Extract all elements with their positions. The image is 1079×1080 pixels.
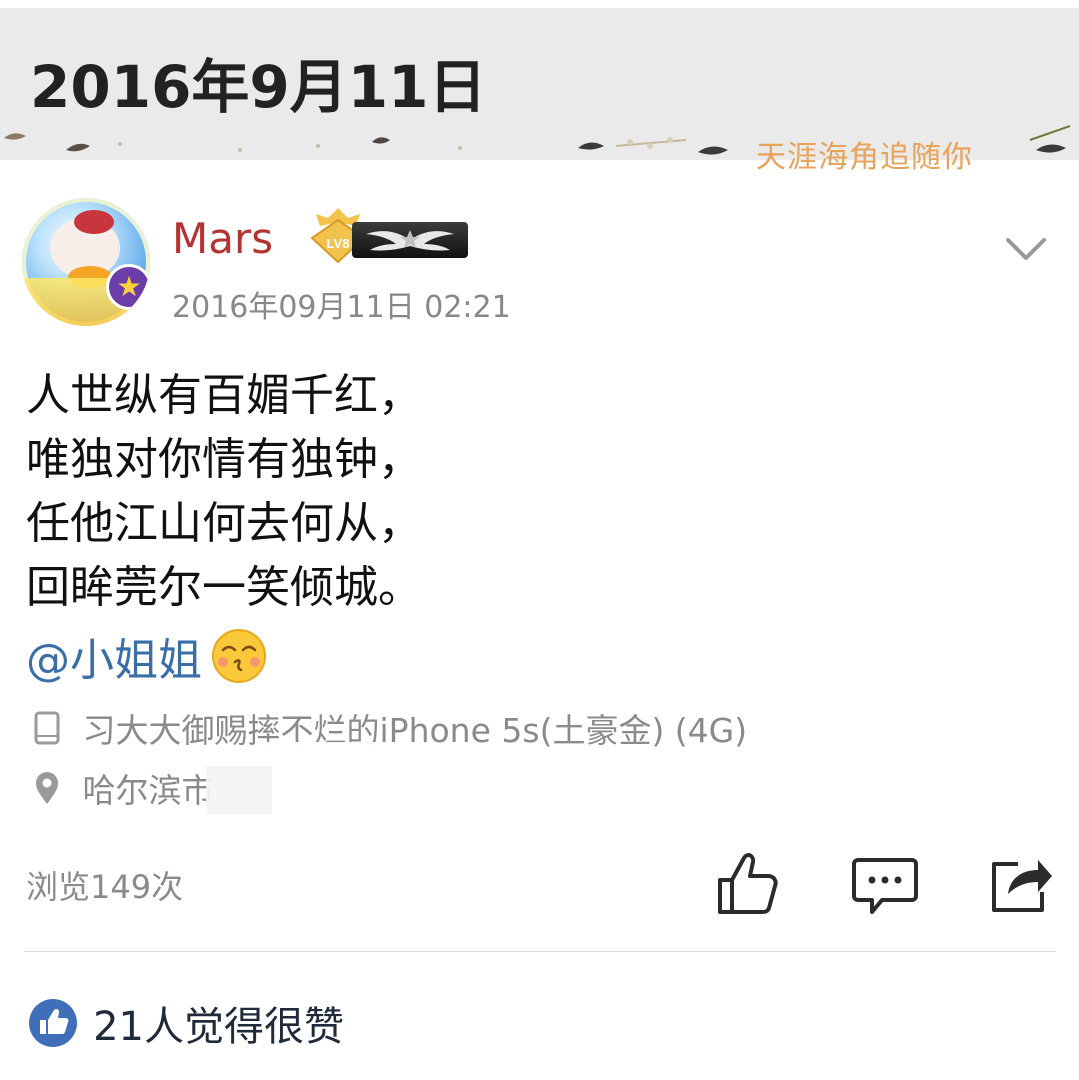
date-title: 2016年9月11日 [30,53,487,121]
location-redaction-mask [206,766,272,814]
thumbs-up-icon[interactable] [716,850,780,916]
location-pin-icon [36,772,58,804]
mention-row: @小姐姐 [26,624,267,688]
redaction-mask [262,742,412,750]
banner-slogan: 天涯海角追随你 [756,140,973,175]
wing-badge-icon [352,222,468,258]
device-row: 习大大御赐摔不烂的iPhone 5s(土豪金) (4G) [30,704,747,750]
star-icon: ★ [106,264,150,310]
like-badge-icon [29,999,77,1047]
post-line: 任他江山何去何从， [26,498,422,549]
location-text: 哈尔滨市 [82,771,215,810]
share-icon[interactable] [988,850,1052,916]
mention-link[interactable]: @小姐姐 [26,635,202,686]
chevron-down-icon[interactable] [1004,228,1048,268]
post-line: 人世纵有百媚千红， [26,370,422,421]
likes-summary-text: 21人觉得很赞 [93,1004,344,1050]
post-detail-page: 2016年9月11日 天涯海角追随你 ★ Mars LV8 2016年09月11… [0,0,1079,1080]
kissing-face-emoji-icon [212,629,267,683]
location-row[interactable]: 哈尔滨市 [30,764,215,810]
avatar-bow [74,210,114,234]
post-timestamp: 2016年09月11日 02:21 [172,290,511,325]
post-line: 回眸莞尔一笑倾城。 [26,562,422,613]
view-count: 浏览149次 [26,868,184,906]
comment-icon[interactable] [852,850,918,916]
author-name[interactable]: Mars [172,214,273,263]
divider [24,951,1056,952]
post-content: 人世纵有百媚千红， 唯独对你情有独钟， 任他江山何去何从， 回眸莞尔一笑倾城。 [26,364,422,620]
phone-icon [34,711,60,745]
device-text: 习大大御赐摔不烂的iPhone 5s(土豪金) (4G) [82,711,748,750]
post-line: 唯独对你情有独钟， [26,434,422,485]
level-badge-text: LV8 [327,236,350,251]
avatar[interactable]: ★ [22,198,150,326]
likes-summary-row[interactable]: 21人觉得很赞 [28,994,344,1050]
